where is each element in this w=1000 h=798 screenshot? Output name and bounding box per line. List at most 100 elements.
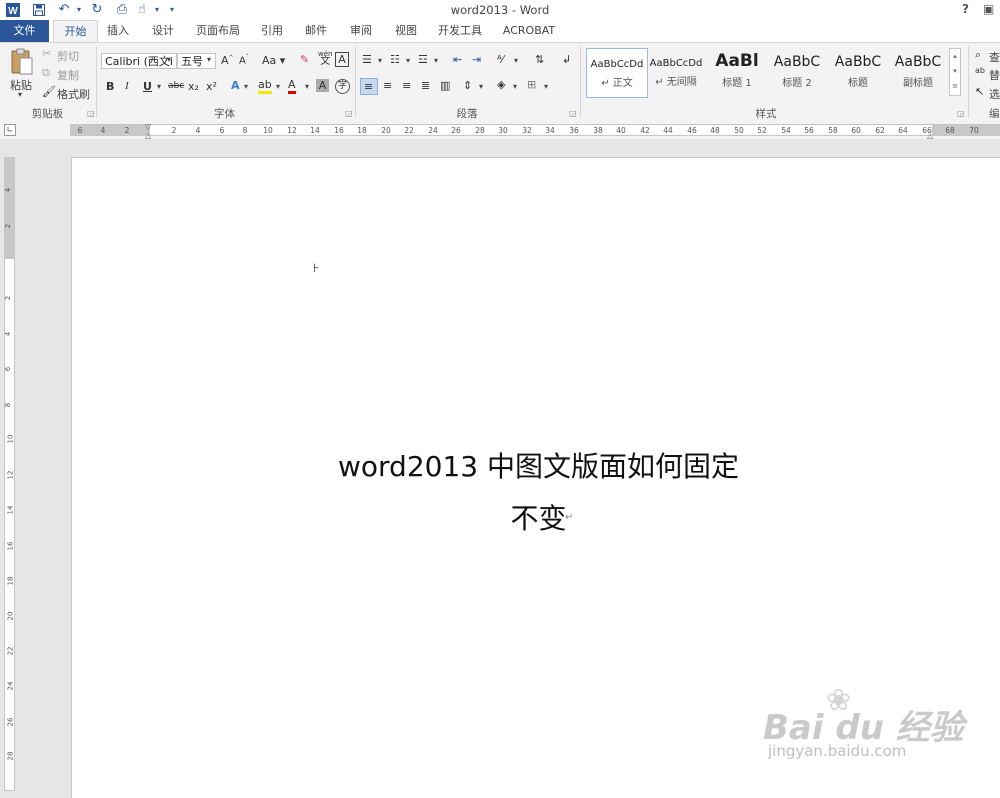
text-effects-icon[interactable]: A bbox=[231, 79, 240, 92]
tab-page-layout[interactable]: 页面布局 bbox=[191, 20, 245, 41]
format-painter-icon[interactable]: 🖌 bbox=[42, 85, 56, 98]
paragraph-launcher-icon[interactable]: ◲ bbox=[569, 109, 577, 118]
chinese-layout-icon[interactable]: ᴬ⁄ bbox=[497, 53, 504, 66]
distributed-icon[interactable]: ▥ bbox=[440, 79, 450, 92]
cut-icon[interactable]: ✂ bbox=[42, 47, 51, 60]
document-text-line-2[interactable]: 不变 bbox=[71, 497, 1000, 537]
justify-icon[interactable]: ≣ bbox=[421, 79, 430, 92]
ruler-number: 4 bbox=[195, 126, 201, 135]
ruler-number: 4 bbox=[4, 331, 13, 337]
superscript-button[interactable]: x² bbox=[206, 80, 217, 93]
tab-developer[interactable]: 开发工具 bbox=[433, 20, 487, 41]
line-spacing-icon[interactable]: ⇕ bbox=[463, 79, 472, 92]
style-normal[interactable]: AaBbCcDd ↵ 正文 bbox=[586, 48, 648, 98]
align-left-button[interactable]: ≡ bbox=[360, 78, 378, 95]
bold-button[interactable]: B bbox=[106, 80, 114, 93]
char-border-button[interactable]: A bbox=[335, 52, 349, 67]
ribbon-display-icon[interactable]: ▣ bbox=[983, 2, 994, 16]
select-icon[interactable]: ↖ bbox=[975, 85, 984, 98]
help-button[interactable]: ? bbox=[962, 2, 969, 16]
font-name-combo[interactable]: Calibri (西文i bbox=[101, 53, 177, 69]
char-shading-icon[interactable]: A bbox=[316, 79, 329, 92]
align-right-icon[interactable]: ≡ bbox=[402, 79, 411, 92]
select-button[interactable]: 选 bbox=[989, 86, 1000, 102]
ruler-number: 16 bbox=[334, 126, 344, 135]
clear-format-icon[interactable]: ✎ bbox=[300, 53, 309, 66]
font-size-dropdown-icon[interactable]: ▾ bbox=[207, 55, 211, 64]
style-heading-2[interactable]: AaBbC 标题 2 bbox=[767, 48, 827, 96]
style-no-spacing[interactable]: AaBbCcDd ↵ 无间隔 bbox=[646, 48, 706, 96]
tab-file[interactable]: 文件 bbox=[0, 20, 49, 42]
bullets-icon[interactable]: ☰ bbox=[362, 53, 372, 66]
format-painter-button[interactable]: 格式刷 bbox=[57, 86, 90, 102]
clipboard-launcher-icon[interactable]: ◲ bbox=[87, 109, 95, 118]
decrease-indent-icon[interactable]: ⇤ bbox=[453, 53, 462, 66]
ruler-number: 56 bbox=[804, 126, 814, 135]
change-case-button[interactable]: Aa ▾ bbox=[262, 54, 285, 67]
highlight-dropdown-icon[interactable]: ▾ bbox=[276, 82, 280, 91]
document-text-line-1[interactable]: word2013 中图文版面如何固定 bbox=[71, 445, 1000, 485]
tab-design[interactable]: 设计 bbox=[145, 20, 181, 41]
right-indent-marker[interactable]: △ bbox=[927, 131, 933, 140]
style-subtitle[interactable]: AaBbC 副标题 bbox=[888, 48, 948, 96]
copy-button[interactable]: 复制 bbox=[57, 67, 79, 83]
tab-review[interactable]: 审阅 bbox=[343, 20, 379, 41]
styles-gallery-scroll[interactable]: ▴ ▾ ≡ bbox=[949, 48, 961, 96]
shrink-font-icon[interactable]: Aˇ bbox=[239, 54, 249, 66]
first-line-indent-marker[interactable]: ▽ bbox=[145, 122, 151, 131]
tab-selector-button[interactable]: ∟ bbox=[4, 124, 16, 136]
paste-dropdown-icon[interactable]: ▾ bbox=[18, 90, 22, 99]
underline-dropdown-icon[interactable]: ▾ bbox=[157, 82, 161, 91]
shading-icon[interactable]: ◈ bbox=[497, 78, 505, 91]
subscript-button[interactable]: x₂ bbox=[188, 80, 199, 93]
style-heading-1[interactable]: AaBl 标题 1 bbox=[707, 48, 767, 96]
paste-icon[interactable] bbox=[9, 48, 35, 76]
font-color-dropdown-icon[interactable]: ▾ bbox=[305, 82, 309, 91]
tab-mailings[interactable]: 邮件 bbox=[298, 20, 334, 41]
copy-icon[interactable]: ⧉ bbox=[42, 66, 50, 80]
find-button[interactable]: 查 bbox=[989, 49, 1000, 65]
font-color-icon[interactable]: A bbox=[288, 78, 296, 94]
tab-acrobat[interactable]: ACROBAT bbox=[497, 20, 561, 41]
show-marks-icon[interactable]: ↲ bbox=[562, 53, 571, 66]
increase-indent-icon[interactable]: ⇥ bbox=[472, 53, 481, 66]
find-icon[interactable]: ⌕ bbox=[975, 48, 981, 62]
ruler-number: 4 bbox=[4, 187, 13, 193]
chinese-layout-dropdown-icon[interactable]: ▾ bbox=[514, 56, 518, 65]
shading-dropdown-icon[interactable]: ▾ bbox=[513, 82, 517, 91]
line-spacing-dropdown-icon[interactable]: ▾ bbox=[479, 82, 483, 91]
enclose-char-icon[interactable]: 字 bbox=[335, 79, 350, 94]
replace-button[interactable]: 替 bbox=[989, 67, 1000, 83]
styles-launcher-icon[interactable]: ◲ bbox=[957, 109, 965, 118]
replace-icon[interactable]: ab bbox=[975, 66, 985, 75]
font-launcher-icon[interactable]: ◲ bbox=[345, 109, 353, 118]
sort-icon[interactable]: ⇅ bbox=[535, 53, 544, 66]
strikethrough-button[interactable]: abc bbox=[168, 81, 184, 91]
align-center-icon[interactable]: ≡ bbox=[383, 79, 392, 92]
font-name-dropdown-icon[interactable]: ▾ bbox=[167, 55, 171, 64]
text-effects-dropdown-icon[interactable]: ▾ bbox=[244, 82, 248, 91]
ruler-number: 64 bbox=[898, 126, 908, 135]
tab-view[interactable]: 视图 bbox=[388, 20, 424, 41]
italic-button[interactable]: I bbox=[125, 80, 129, 92]
cut-button[interactable]: 剪切 bbox=[57, 48, 79, 64]
multilevel-dropdown-icon[interactable]: ▾ bbox=[434, 56, 438, 65]
multilevel-list-icon[interactable]: ☲ bbox=[418, 53, 428, 66]
tab-home[interactable]: 开始 bbox=[53, 20, 98, 42]
numbering-icon[interactable]: ☷ bbox=[390, 53, 400, 66]
tab-insert[interactable]: 插入 bbox=[100, 20, 136, 41]
grow-font-icon[interactable]: A^ bbox=[221, 54, 234, 67]
bullets-dropdown-icon[interactable]: ▾ bbox=[378, 56, 382, 65]
style-title[interactable]: AaBbC 标题 bbox=[828, 48, 888, 96]
numbering-dropdown-icon[interactable]: ▾ bbox=[406, 56, 410, 65]
align-left-icon: ≡ bbox=[364, 80, 374, 93]
borders-icon[interactable]: ⊞ bbox=[527, 78, 536, 91]
highlight-icon[interactable]: ab bbox=[258, 78, 272, 94]
hanging-indent-marker[interactable]: △ bbox=[145, 131, 151, 140]
phonetic-guide-button[interactable]: wén 文 bbox=[318, 50, 332, 67]
underline-button[interactable]: U bbox=[143, 80, 152, 93]
tab-references[interactable]: 引用 bbox=[254, 20, 290, 41]
ruler-number: 40 bbox=[616, 126, 626, 135]
borders-dropdown-icon[interactable]: ▾ bbox=[544, 82, 548, 91]
ruler-number: 54 bbox=[781, 126, 791, 135]
